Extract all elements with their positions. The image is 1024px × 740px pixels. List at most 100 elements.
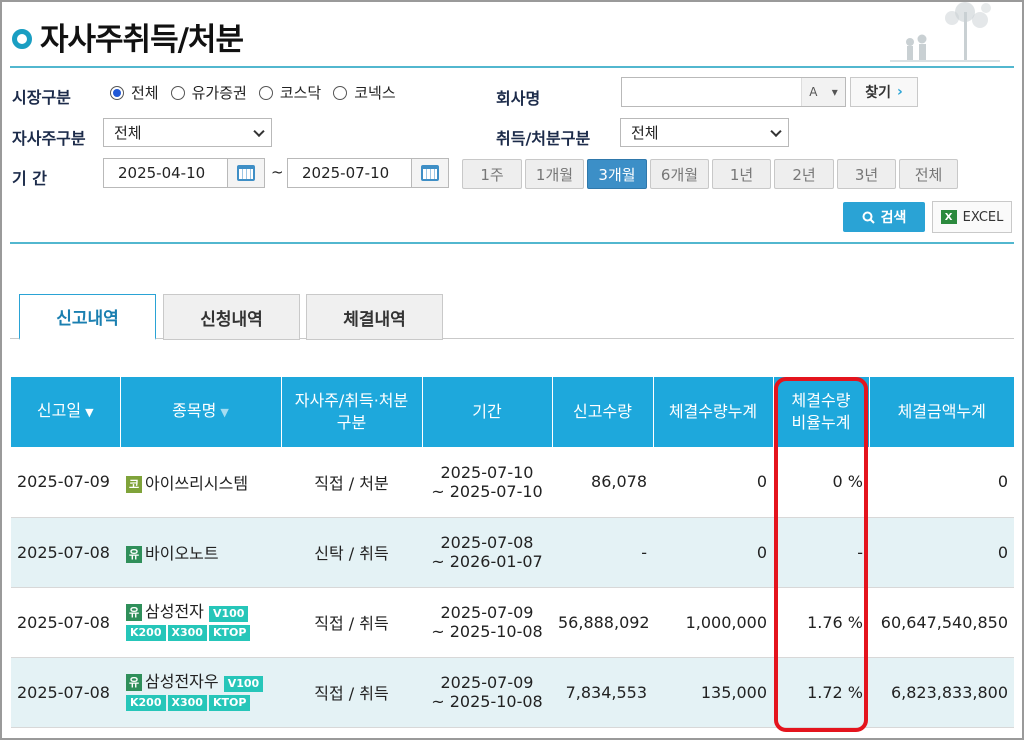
- market-radio-kospi[interactable]: 유가증권: [170, 82, 247, 103]
- kosdaq-market-icon: 코: [126, 475, 142, 493]
- market-radio-all[interactable]: 전체: [110, 82, 159, 103]
- cell-stock[interactable]: 유 삼성전자 V100 K200 X300 KTOP: [120, 587, 281, 658]
- cell-period: 2025-07-08 ~ 2026-01-07: [422, 517, 552, 588]
- period-6m-button[interactable]: 6개월: [650, 159, 709, 189]
- date-separator: ~: [271, 163, 284, 181]
- cell-date: 2025-07-08: [11, 657, 120, 728]
- cell-date: 2025-07-08: [11, 517, 120, 588]
- radio-icon: [170, 85, 185, 100]
- radio-icon: [258, 85, 273, 100]
- stock-name-link[interactable]: 아이쓰리시스템: [145, 474, 248, 493]
- col-cum-exec-ratio: 체결수량 비율누계: [772, 377, 869, 447]
- stock-name-link[interactable]: 삼성전자: [145, 602, 204, 621]
- market-radio-kosdaq[interactable]: 코스닥: [258, 82, 321, 103]
- col-type: 자사주/취득·처분 구분: [280, 377, 422, 447]
- kospi-market-icon: 유: [126, 604, 142, 621]
- index-tag: KTOP: [208, 625, 251, 641]
- market-radio-group: 전체 유가증권 코스닥 코넥스: [110, 82, 408, 103]
- company-input[interactable]: A ▾: [621, 77, 846, 107]
- company-label: 회사명: [496, 89, 541, 108]
- date-to-input[interactable]: 2025-07-10: [287, 158, 412, 188]
- radio-selected-icon: [110, 85, 124, 100]
- cell-report-qty: -: [552, 517, 653, 588]
- col-cum-exec-amount: 체결금액누계: [868, 377, 1014, 447]
- cell-ratio: 1.72 %: [773, 657, 869, 728]
- calendar-icon: [421, 165, 439, 181]
- cell-amount: 6,823,833,800: [869, 657, 1014, 728]
- cell-amount: 0: [869, 447, 1014, 518]
- cell-type: 직접 / 처분: [281, 447, 422, 518]
- period-1w-button[interactable]: 1주: [462, 159, 522, 189]
- date-from-calendar-button[interactable]: [227, 158, 265, 188]
- period-label: 기 간: [12, 169, 48, 188]
- treasury-type-select[interactable]: 전체: [103, 118, 272, 147]
- cell-period: 2025-07-09 ~ 2025-10-08: [422, 657, 552, 728]
- col-stock-name[interactable]: 종목명 ▼: [119, 377, 281, 447]
- search-icon: [862, 211, 875, 224]
- acq-disp-label: 취득/처분구분: [496, 129, 591, 148]
- market-radio-konex[interactable]: 코넥스: [333, 82, 396, 103]
- index-tag: X300: [167, 625, 207, 641]
- treasury-type-label: 자사주구분: [12, 129, 86, 148]
- table-row: 2025-07-09 코 아이쓰리시스템 직접 / 처분 2025-07-10 ~ …: [11, 447, 1014, 518]
- cell-ratio: -: [773, 517, 869, 588]
- cell-stock[interactable]: 유 삼성전자우 V100 K200 X300 KTOP: [120, 657, 281, 728]
- index-tag: K200: [126, 625, 166, 641]
- cell-cum-qty: 0: [653, 447, 773, 518]
- index-tag: V100: [223, 676, 264, 692]
- excel-download-button[interactable]: X EXCEL: [932, 201, 1012, 233]
- company-autocomplete-toggle[interactable]: A ▾: [801, 78, 845, 106]
- period-1m-button[interactable]: 1개월: [525, 159, 584, 189]
- cell-ratio: 0 %: [773, 447, 869, 518]
- period-all-button[interactable]: 전체: [899, 159, 958, 189]
- search-button[interactable]: 검색: [843, 202, 925, 232]
- index-tag: K200: [126, 695, 166, 711]
- col-report-date[interactable]: 신고일 ▼: [11, 377, 120, 447]
- results-table: 신고일 ▼ 종목명 ▼ 자사주/취득·처분 구분 기간 신고수량 체결수량누계 체결수…: [11, 377, 1014, 728]
- cell-cum-qty: 0: [653, 517, 773, 588]
- cell-period: 2025-07-09 ~ 2025-10-08: [422, 587, 552, 658]
- col-report-qty: 신고수량: [551, 377, 653, 447]
- cell-cum-qty: 1,000,000: [653, 587, 773, 658]
- period-2y-button[interactable]: 2년: [774, 159, 834, 189]
- cell-report-qty: 56,888,092: [552, 587, 653, 658]
- stock-name-link[interactable]: 바이오노트: [145, 544, 219, 563]
- cell-amount: 0: [869, 517, 1014, 588]
- date-from-input[interactable]: 2025-04-10: [103, 158, 228, 188]
- title-bullet-icon: [12, 28, 32, 49]
- kospi-market-icon: 유: [126, 546, 142, 563]
- cell-type: 신탁 / 취득: [281, 517, 422, 588]
- tab-report-history[interactable]: 신고내역: [19, 294, 156, 340]
- period-3y-button[interactable]: 3년: [837, 159, 896, 189]
- tree-people-illustration-icon: [890, 2, 1000, 62]
- filter-divider: [10, 242, 1014, 244]
- cell-period: 2025-07-10 ~ 2025-07-10: [422, 447, 552, 518]
- sort-down-icon: ▼: [85, 406, 94, 419]
- index-tag: KTOP: [208, 695, 251, 711]
- cell-report-qty: 86,078: [552, 447, 653, 518]
- period-1y-button[interactable]: 1년: [712, 159, 771, 189]
- acq-disp-select[interactable]: 전체: [620, 118, 789, 147]
- col-cum-exec-qty: 체결수량누계: [652, 377, 773, 447]
- excel-icon: X: [940, 210, 957, 224]
- tab-execution-history[interactable]: 체결내역: [306, 294, 443, 340]
- header-divider: [10, 66, 1014, 68]
- period-3m-button[interactable]: 3개월: [587, 159, 647, 189]
- cell-type: 직접 / 취득: [281, 587, 422, 658]
- date-to-calendar-button[interactable]: [411, 158, 449, 188]
- tab-application-history[interactable]: 신청내역: [163, 294, 300, 340]
- cell-date: 2025-07-09: [11, 447, 120, 518]
- caret-down-icon: ▾: [831, 85, 838, 99]
- cell-stock[interactable]: 코 아이쓰리시스템: [120, 447, 281, 518]
- cell-cum-qty: 135,000: [653, 657, 773, 728]
- cell-stock[interactable]: 유 바이오노트: [120, 517, 281, 588]
- cell-ratio: 1.76 %: [773, 587, 869, 658]
- chevron-down-icon: [253, 125, 265, 137]
- table-header-row: 신고일 ▼ 종목명 ▼ 자사주/취득·처분 구분 기간 신고수량 체결수량누계 체결수…: [11, 377, 1014, 447]
- stock-name-link[interactable]: 삼성전자우: [145, 672, 219, 691]
- cell-amount: 60,647,540,850: [869, 587, 1014, 658]
- chevron-down-icon: [770, 125, 782, 137]
- find-button[interactable]: 찾기 ›: [850, 77, 918, 107]
- table-row: 2025-07-08 유 삼성전자 V100 K200 X300 KTOP 직접 / 취…: [11, 587, 1014, 658]
- kospi-market-icon: 유: [126, 674, 142, 691]
